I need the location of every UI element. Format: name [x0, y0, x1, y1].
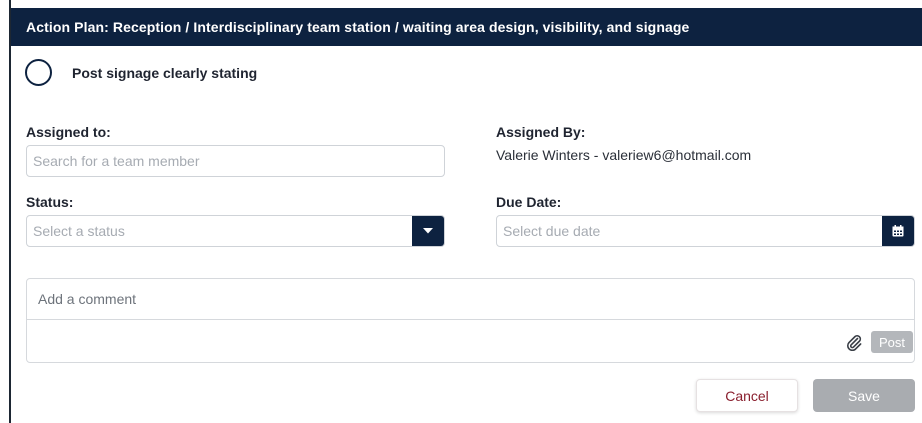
- due-date-picker-button[interactable]: [882, 216, 914, 246]
- task-row: Post signage clearly stating: [25, 59, 257, 86]
- save-button[interactable]: Save: [813, 379, 915, 412]
- status-select-value: Select a status: [33, 223, 125, 239]
- assigned-to-search-input[interactable]: [26, 145, 445, 177]
- action-plan-modal: Action Plan: Reception / Interdisciplina…: [11, 0, 922, 423]
- task-title: Post signage clearly stating: [72, 64, 258, 81]
- status-dropdown-toggle[interactable]: [412, 216, 444, 246]
- paperclip-icon[interactable]: [846, 333, 862, 351]
- assigned-to-label: Assigned to:: [26, 124, 111, 140]
- assigned-by-label: Assigned By:: [496, 124, 586, 140]
- comment-input[interactable]: [27, 279, 914, 320]
- modal-title: Action Plan: Reception / Interdisciplina…: [26, 19, 690, 35]
- due-date-field[interactable]: Select due date: [496, 215, 915, 247]
- chevron-down-icon: [423, 228, 433, 234]
- due-date-label: Due Date:: [496, 194, 562, 210]
- calendar-icon: [892, 225, 904, 237]
- due-date-value: Select due date: [503, 223, 601, 239]
- task-status-circle-icon[interactable]: [25, 59, 52, 86]
- status-select[interactable]: Select a status: [26, 215, 445, 247]
- modal-header: Action Plan: Reception / Interdisciplina…: [11, 8, 922, 46]
- assigned-by-value: Valerie Winters - valeriew6@hotmail.com: [496, 147, 752, 163]
- status-label: Status:: [26, 194, 74, 210]
- post-comment-button[interactable]: Post: [871, 331, 913, 353]
- cancel-button[interactable]: Cancel: [696, 379, 798, 412]
- comment-box: Post: [26, 278, 915, 363]
